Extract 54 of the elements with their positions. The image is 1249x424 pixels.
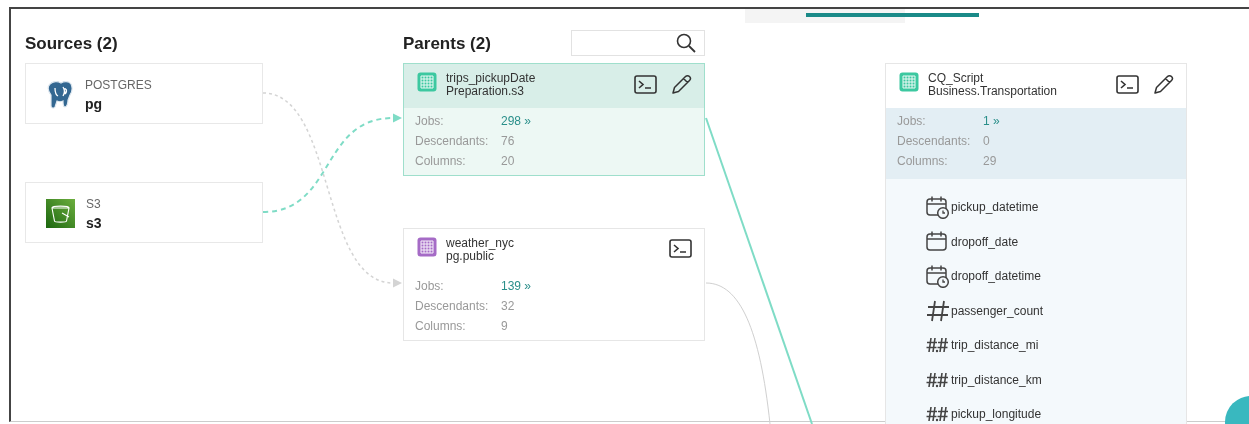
node-card[interactable]: trips_pickupDate Preparation.s3 Jobs: 298 » Descendants: 76 Columns: 20 (403, 63, 705, 176)
section-title: Parents (2) (403, 34, 491, 54)
node-card[interactable]: weather_nyc pg.public Jobs: 139 » Descendants: 32 Columns: 9 (403, 228, 705, 341)
column-name: pickup_longitude (951, 407, 1042, 422)
calendar-clock-icon (926, 195, 950, 220)
stat-label: Descendants: (897, 133, 972, 150)
node-title: CQ_Script (928, 72, 985, 85)
search-field[interactable] (571, 30, 705, 56)
column-name: dropoff_datetime (951, 269, 1041, 284)
source-type: S3 (86, 196, 102, 212)
column-name: pickup_datetime (951, 200, 1039, 215)
node-title: weather_nyc (446, 237, 516, 250)
node-subtitle: Business.Transportation (928, 85, 1058, 98)
stat-label: Columns: (897, 153, 949, 170)
section-title: Sources (2) (25, 34, 118, 54)
stat-value: 0 (983, 133, 990, 150)
number-icon (926, 298, 950, 323)
source-name: s3 (86, 214, 102, 233)
column-name: trip_distance_mi (951, 338, 1039, 353)
jobs-link[interactable]: 139 » (501, 276, 532, 296)
source-type: POSTGRES (85, 77, 152, 93)
node-card[interactable]: CQ_Script Business.Transportation Jobs: 1 » Descendants: 0 Columns: 29 pickup_datetime dropoff_date dropoff_datetime passenger_count trip_distance_mi trip_distance_km pickup_longitude (885, 63, 1187, 424)
stat-value: 9 (501, 318, 508, 335)
terminal-icon[interactable] (669, 239, 692, 258)
terminal-icon[interactable] (1116, 75, 1139, 94)
stat-label: Columns: (415, 153, 467, 170)
search-icon (676, 33, 696, 53)
calendar-icon (926, 229, 950, 254)
stat-label: Columns: (415, 318, 467, 335)
column-name: dropoff_date (951, 234, 1019, 249)
column-name: trip_distance_km (951, 372, 1042, 387)
column-name: passenger_count (951, 303, 1044, 318)
stat-value: 20 (501, 153, 515, 170)
stat-label: Jobs: (415, 113, 445, 130)
calendar-clock-icon (926, 264, 950, 289)
stat-label: Jobs: (415, 278, 445, 295)
source-card[interactable]: POSTGRES pg (25, 63, 263, 124)
node-subtitle: pg.public (446, 250, 495, 263)
stat-label: Descendants: (415, 133, 490, 150)
stat-value: 32 (501, 298, 515, 315)
jobs-link[interactable]: 298 » (501, 111, 532, 131)
stat-label: Jobs: (897, 113, 927, 130)
terminal-icon[interactable] (634, 75, 657, 94)
pencil-icon[interactable] (671, 74, 692, 95)
stat-value: 29 (983, 153, 997, 170)
bucket-icon (46, 199, 75, 228)
node-title: trips_pickupDate (446, 72, 537, 85)
node-subtitle: Preparation.s3 (446, 85, 525, 98)
pencil-icon[interactable] (1153, 74, 1174, 95)
stat-value: 76 (501, 133, 515, 150)
source-name: pg (85, 95, 104, 114)
elephant-icon (46, 80, 74, 110)
stat-label: Descendants: (415, 298, 490, 315)
source-card[interactable]: S3 s3 (25, 182, 263, 243)
